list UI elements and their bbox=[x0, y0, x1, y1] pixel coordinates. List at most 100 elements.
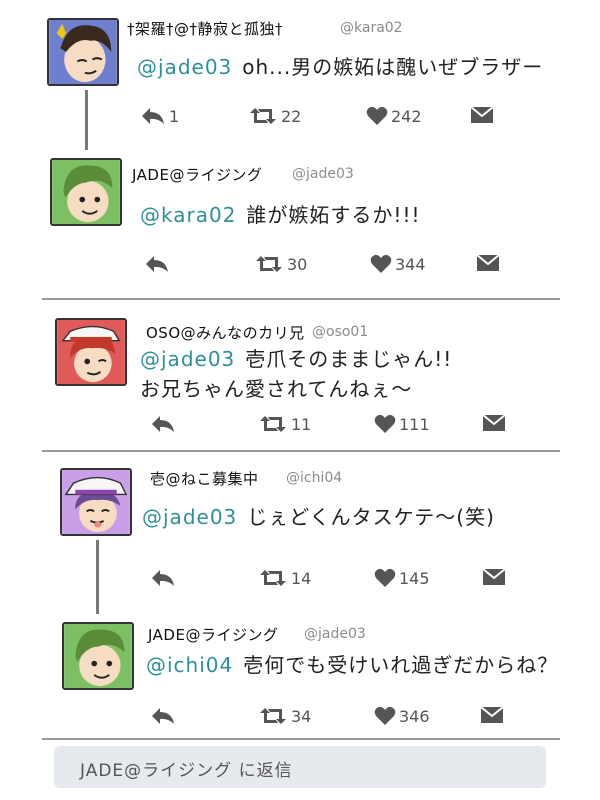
retweet-count: 14 bbox=[291, 568, 312, 588]
display-name[interactable]: 壱@ねこ募集中 bbox=[150, 468, 259, 489]
tweet-text: @jade03 壱爪そのままじゃん!! お兄ちゃん愛されてんねぇ〜 bbox=[140, 344, 452, 404]
like-button[interactable]: 346 bbox=[374, 706, 430, 726]
dm-button[interactable] bbox=[480, 706, 504, 724]
tweet-actions: 34 346 bbox=[150, 706, 510, 732]
avatar-image bbox=[49, 20, 117, 84]
avatar-image bbox=[62, 470, 130, 534]
thread-connector bbox=[96, 540, 99, 614]
tweet-actions: 11 111 bbox=[150, 414, 510, 440]
avatar[interactable] bbox=[62, 622, 134, 690]
like-button[interactable]: 145 bbox=[374, 568, 430, 588]
reply-icon bbox=[152, 416, 174, 432]
avatar-image bbox=[64, 624, 132, 688]
heart-icon bbox=[370, 254, 392, 273]
retweet-icon bbox=[256, 256, 282, 272]
tweet-text: @ichi04 壱何でも受けいれ過ぎだからね？ bbox=[146, 650, 558, 680]
mention-link[interactable]: @kara02 bbox=[140, 203, 236, 227]
retweet-button[interactable]: 30 bbox=[254, 254, 307, 274]
tweet-actions: 1 22 242 bbox=[140, 106, 500, 132]
reply-button[interactable]: 1 bbox=[140, 106, 179, 126]
reply-icon bbox=[146, 256, 168, 272]
handle[interactable]: @oso01 bbox=[312, 324, 368, 340]
retweet-button[interactable]: 14 bbox=[258, 568, 311, 588]
envelope-icon bbox=[482, 414, 506, 431]
dm-button[interactable] bbox=[476, 254, 500, 272]
dm-button[interactable] bbox=[470, 106, 494, 124]
reply-button[interactable] bbox=[144, 254, 170, 274]
retweet-icon bbox=[260, 708, 286, 724]
tweet-text-line: @jade03 壱爪そのままじゃん!! bbox=[140, 344, 452, 374]
avatar[interactable] bbox=[55, 318, 127, 386]
retweet-button[interactable]: 34 bbox=[258, 706, 311, 726]
display-name[interactable]: OSO@みんなのカリ兄 bbox=[146, 322, 305, 343]
avatar[interactable] bbox=[50, 158, 122, 226]
mention-link[interactable]: @jade03 bbox=[137, 55, 232, 79]
tweet-divider bbox=[42, 298, 560, 300]
reply-button[interactable] bbox=[150, 568, 176, 588]
heart-icon bbox=[374, 568, 396, 587]
dm-button[interactable] bbox=[482, 568, 506, 586]
retweet-count: 11 bbox=[291, 414, 312, 434]
retweet-count: 30 bbox=[287, 254, 308, 274]
retweet-icon bbox=[250, 108, 276, 124]
mention-link[interactable]: @ichi04 bbox=[146, 653, 233, 677]
heart-icon bbox=[366, 106, 388, 125]
tweet-text: @jade03 じぇどくんタスケテ〜(笑) bbox=[142, 502, 495, 532]
tweet-text-line-2: お兄ちゃん愛されてんねぇ〜 bbox=[140, 377, 413, 401]
handle[interactable]: @kara02 bbox=[340, 20, 403, 36]
like-button[interactable]: 344 bbox=[370, 254, 426, 274]
like-button[interactable]: 111 bbox=[374, 414, 430, 434]
avatar[interactable] bbox=[47, 18, 119, 86]
reply-button[interactable] bbox=[150, 706, 176, 726]
like-count: 344 bbox=[395, 254, 426, 274]
tweet-text-line: じぇどくんタスケテ〜(笑) bbox=[247, 505, 495, 529]
retweet-icon bbox=[260, 416, 286, 432]
mention-link[interactable]: @jade03 bbox=[140, 347, 235, 371]
reply-input[interactable]: JADE@ライジング に返信 bbox=[54, 746, 546, 788]
envelope-icon bbox=[482, 568, 506, 585]
envelope-icon bbox=[480, 706, 504, 723]
tweet-text: @jade03 oh...男の嫉妬は醜いぜブラザー bbox=[137, 52, 543, 82]
like-count: 242 bbox=[391, 106, 422, 126]
dm-button[interactable] bbox=[482, 414, 506, 432]
avatar[interactable] bbox=[60, 468, 132, 536]
reply-icon bbox=[152, 570, 174, 586]
tweet-text-line: 誰が嫉妬するか!!! bbox=[246, 203, 421, 227]
retweet-button[interactable]: 11 bbox=[258, 414, 311, 434]
envelope-icon bbox=[476, 254, 500, 271]
tweet-text-line: 壱何でも受けいれ過ぎだからね？ bbox=[243, 653, 559, 677]
handle[interactable]: @jade03 bbox=[304, 626, 366, 642]
mention-link[interactable]: @jade03 bbox=[142, 505, 237, 529]
display-name[interactable]: JADE@ライジング bbox=[132, 164, 262, 185]
avatar-image bbox=[57, 320, 125, 384]
tweet-actions: 30 344 bbox=[144, 254, 504, 280]
tweet-divider bbox=[42, 738, 560, 740]
reply-icon bbox=[142, 108, 164, 124]
reply-placeholder: JADE@ライジング に返信 bbox=[80, 761, 293, 781]
like-button[interactable]: 242 bbox=[366, 106, 422, 126]
reply-button[interactable] bbox=[150, 414, 176, 434]
handle[interactable]: @ichi04 bbox=[286, 470, 342, 486]
tweet-text: @kara02 誰が嫉妬するか!!! bbox=[140, 200, 420, 230]
retweet-count: 34 bbox=[291, 706, 312, 726]
like-count: 346 bbox=[399, 706, 430, 726]
tweet-divider bbox=[42, 450, 560, 452]
avatar-image bbox=[52, 160, 120, 224]
thread-connector bbox=[85, 90, 88, 150]
tweet-text-line: oh...男の嫉妬は醜いぜブラザー bbox=[242, 55, 544, 79]
display-name[interactable]: JADE@ライジング bbox=[148, 624, 278, 645]
handle[interactable]: @jade03 bbox=[292, 166, 354, 182]
reply-count: 1 bbox=[169, 106, 180, 126]
retweet-count: 22 bbox=[281, 106, 302, 126]
retweet-button[interactable]: 22 bbox=[248, 106, 301, 126]
tweet-text-line-1: 壱爪そのままじゃん!! bbox=[245, 347, 453, 371]
retweet-icon bbox=[260, 570, 286, 586]
heart-icon bbox=[374, 414, 396, 433]
like-count: 111 bbox=[399, 414, 430, 434]
heart-icon bbox=[374, 706, 396, 725]
display-name[interactable]: †架羅†@†静寂と孤独† bbox=[127, 18, 283, 39]
tweet-actions: 14 145 bbox=[150, 568, 510, 594]
like-count: 145 bbox=[399, 568, 430, 588]
reply-icon bbox=[152, 708, 174, 724]
envelope-icon bbox=[470, 106, 494, 123]
